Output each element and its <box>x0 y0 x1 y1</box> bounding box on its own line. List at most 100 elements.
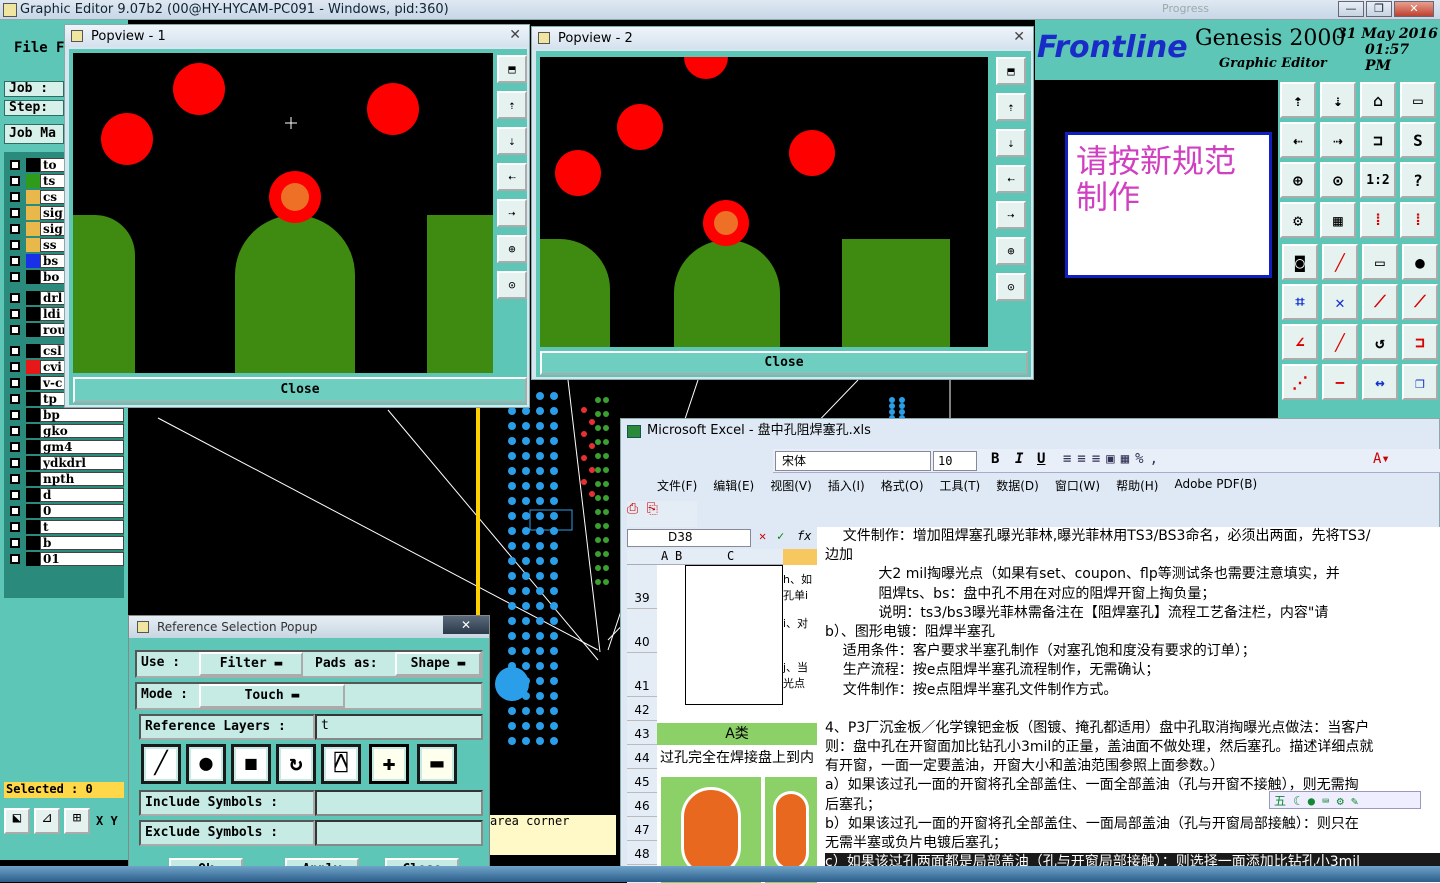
layer-checkbox[interactable] <box>10 159 20 170</box>
excel-menu-item[interactable]: 帮助(H) <box>1116 477 1158 494</box>
layer-checkbox[interactable] <box>10 393 20 404</box>
help-icon[interactable]: ? <box>1400 162 1436 198</box>
surface-select-icon[interactable]: ◼ <box>231 744 271 784</box>
col-b[interactable]: B <box>675 549 682 563</box>
row-number[interactable]: 41 <box>627 675 657 697</box>
pads-shape-dropdown[interactable]: Shape ▬ <box>395 652 481 676</box>
pv2-right-icon[interactable]: ⇢ <box>996 201 1026 229</box>
popview-1-canvas[interactable] <box>73 53 493 373</box>
scale-1-to-2-icon[interactable]: 1:2 <box>1360 162 1396 198</box>
col-c[interactable]: C <box>727 549 734 563</box>
include-symbols-input[interactable] <box>315 790 483 816</box>
layer-name[interactable]: gm4 <box>40 439 124 454</box>
layer-checkbox[interactable] <box>10 239 20 250</box>
pv1-right-icon[interactable]: ⇢ <box>497 199 527 227</box>
layer-checkbox[interactable] <box>10 361 20 372</box>
layer-row[interactable]: b <box>6 535 124 550</box>
move-left-icon[interactable]: ⇠ <box>1280 122 1316 158</box>
excel-menu-item[interactable]: 窗口(W) <box>1055 477 1100 494</box>
row-number[interactable]: 44 <box>627 747 657 769</box>
pv1-zoom-out-icon[interactable]: ⊙ <box>497 271 527 299</box>
move-right-icon[interactable]: ⇢ <box>1320 122 1356 158</box>
select-red-icon[interactable]: ⁞ <box>1360 202 1396 238</box>
pad-select-icon[interactable]: ● <box>186 744 226 784</box>
layer-checkbox[interactable] <box>10 271 20 282</box>
cross-icon[interactable]: ✕ <box>1322 284 1358 320</box>
minus-icon[interactable]: − <box>1322 364 1358 400</box>
mirror-icon[interactable]: ⊐ <box>1360 122 1396 158</box>
popview-2-close-button[interactable]: Close <box>540 351 1028 375</box>
arc-select-icon[interactable]: ↻ <box>276 744 316 784</box>
exclude-symbols-input[interactable] <box>315 820 483 846</box>
pv2-up-icon[interactable]: ⇡ <box>996 93 1026 121</box>
layer-row[interactable]: npth <box>6 471 124 486</box>
layer-checkbox[interactable] <box>10 537 20 548</box>
job-manager-button[interactable]: Job Ma <box>4 124 64 144</box>
layer-row[interactable]: bp <box>6 407 124 422</box>
layer-name[interactable]: d <box>40 487 124 502</box>
underline-button[interactable]: U <box>1037 451 1045 467</box>
zoom-home-icon[interactable]: ⊙ <box>1320 162 1356 198</box>
ruler-icon[interactable]: ▭ <box>1362 244 1398 280</box>
layer-checkbox[interactable] <box>10 292 20 303</box>
layer-row[interactable]: ydkdrl <box>6 455 124 470</box>
pdf-icon[interactable]: ⎙ ⎘ <box>627 501 658 517</box>
minimize-button[interactable]: — <box>1338 1 1364 17</box>
layer-checkbox[interactable] <box>10 191 20 202</box>
line-red-icon[interactable]: ╱ <box>1322 244 1358 280</box>
layer-checkbox[interactable] <box>10 175 20 186</box>
name-box[interactable]: D38 <box>627 529 751 547</box>
row-number[interactable]: 42 <box>627 699 657 721</box>
pad-icon[interactable]: ◙ <box>1282 244 1318 280</box>
layer-checkbox[interactable] <box>10 473 20 484</box>
pv1-zoom-in-icon[interactable]: ⊕ <box>497 235 527 263</box>
layer-checkbox[interactable] <box>10 441 20 452</box>
layer-checkbox[interactable] <box>10 553 20 564</box>
layer-row[interactable]: 01 <box>6 551 124 566</box>
grid-icon[interactable]: ▦ <box>1320 202 1356 238</box>
layer-checkbox[interactable] <box>10 377 20 388</box>
font-size-select[interactable]: 10 <box>933 451 977 471</box>
taskbar[interactable] <box>0 866 1440 882</box>
pv1-left-icon[interactable]: ⇠ <box>497 163 527 191</box>
layer-name[interactable]: 0 <box>40 503 124 518</box>
align-buttons[interactable]: ≡≡≡▣▦%, <box>1063 451 1164 467</box>
pv2-fit-icon[interactable]: ⬒ <box>996 57 1026 85</box>
use-filter-dropdown[interactable]: Filter ▬ <box>199 652 303 676</box>
zoom-area-icon[interactable]: ⬕ <box>4 808 30 834</box>
layer-name[interactable]: ydkdrl <box>40 455 124 470</box>
row-number[interactable]: 43 <box>627 723 657 745</box>
layer-checkbox[interactable] <box>10 308 20 319</box>
layer-row[interactable]: t <box>6 519 124 534</box>
segment-alt-icon[interactable]: ⟋ <box>1402 284 1438 320</box>
excel-menu-item[interactable]: Adobe PDF(B) <box>1174 477 1257 494</box>
ime-toolbar[interactable]: 五 ☾ ● ⌨ ⚙ ✎ <box>1269 791 1421 809</box>
layer-row[interactable]: gko <box>6 423 124 438</box>
bold-button[interactable]: B <box>991 451 999 467</box>
segment-icon[interactable]: ⟋ <box>1362 284 1398 320</box>
row-number[interactable]: 40 <box>627 631 657 653</box>
font-name-select[interactable]: 宋体 <box>775 451 931 471</box>
excel-menu-item[interactable]: 插入(I) <box>828 477 865 494</box>
layer-checkbox[interactable] <box>10 425 20 436</box>
mode-touch-dropdown[interactable]: Touch ▬ <box>199 684 345 708</box>
font-color-button[interactable]: A▾ <box>1373 451 1390 467</box>
row-number[interactable]: 46 <box>627 795 657 817</box>
layer-name[interactable]: t <box>40 519 124 534</box>
excel-menu-item[interactable]: 视图(V) <box>770 477 812 494</box>
layer-checkbox[interactable] <box>10 207 20 218</box>
circle-icon[interactable]: ● <box>1402 244 1438 280</box>
pv1-down-icon[interactable]: ⇣ <box>497 127 527 155</box>
tools-icon[interactable]: ⚙ <box>1280 202 1316 238</box>
measure-icon[interactable]: ⊿ <box>34 808 60 834</box>
zoom-fit-icon[interactable]: ⊕ <box>1280 162 1316 198</box>
confirm-icon[interactable]: ✓ <box>777 529 784 543</box>
layer-row[interactable]: gm4 <box>6 439 124 454</box>
col-d-selected[interactable] <box>783 549 817 565</box>
layer-checkbox[interactable] <box>10 457 20 468</box>
close-button[interactable]: ✕ <box>1394 1 1434 17</box>
popview-2-canvas[interactable] <box>540 57 988 347</box>
layer-row[interactable]: d <box>6 487 124 502</box>
pv1-up-icon[interactable]: ⇡ <box>497 91 527 119</box>
connect-icon[interactable]: ⌗ <box>1282 284 1318 320</box>
